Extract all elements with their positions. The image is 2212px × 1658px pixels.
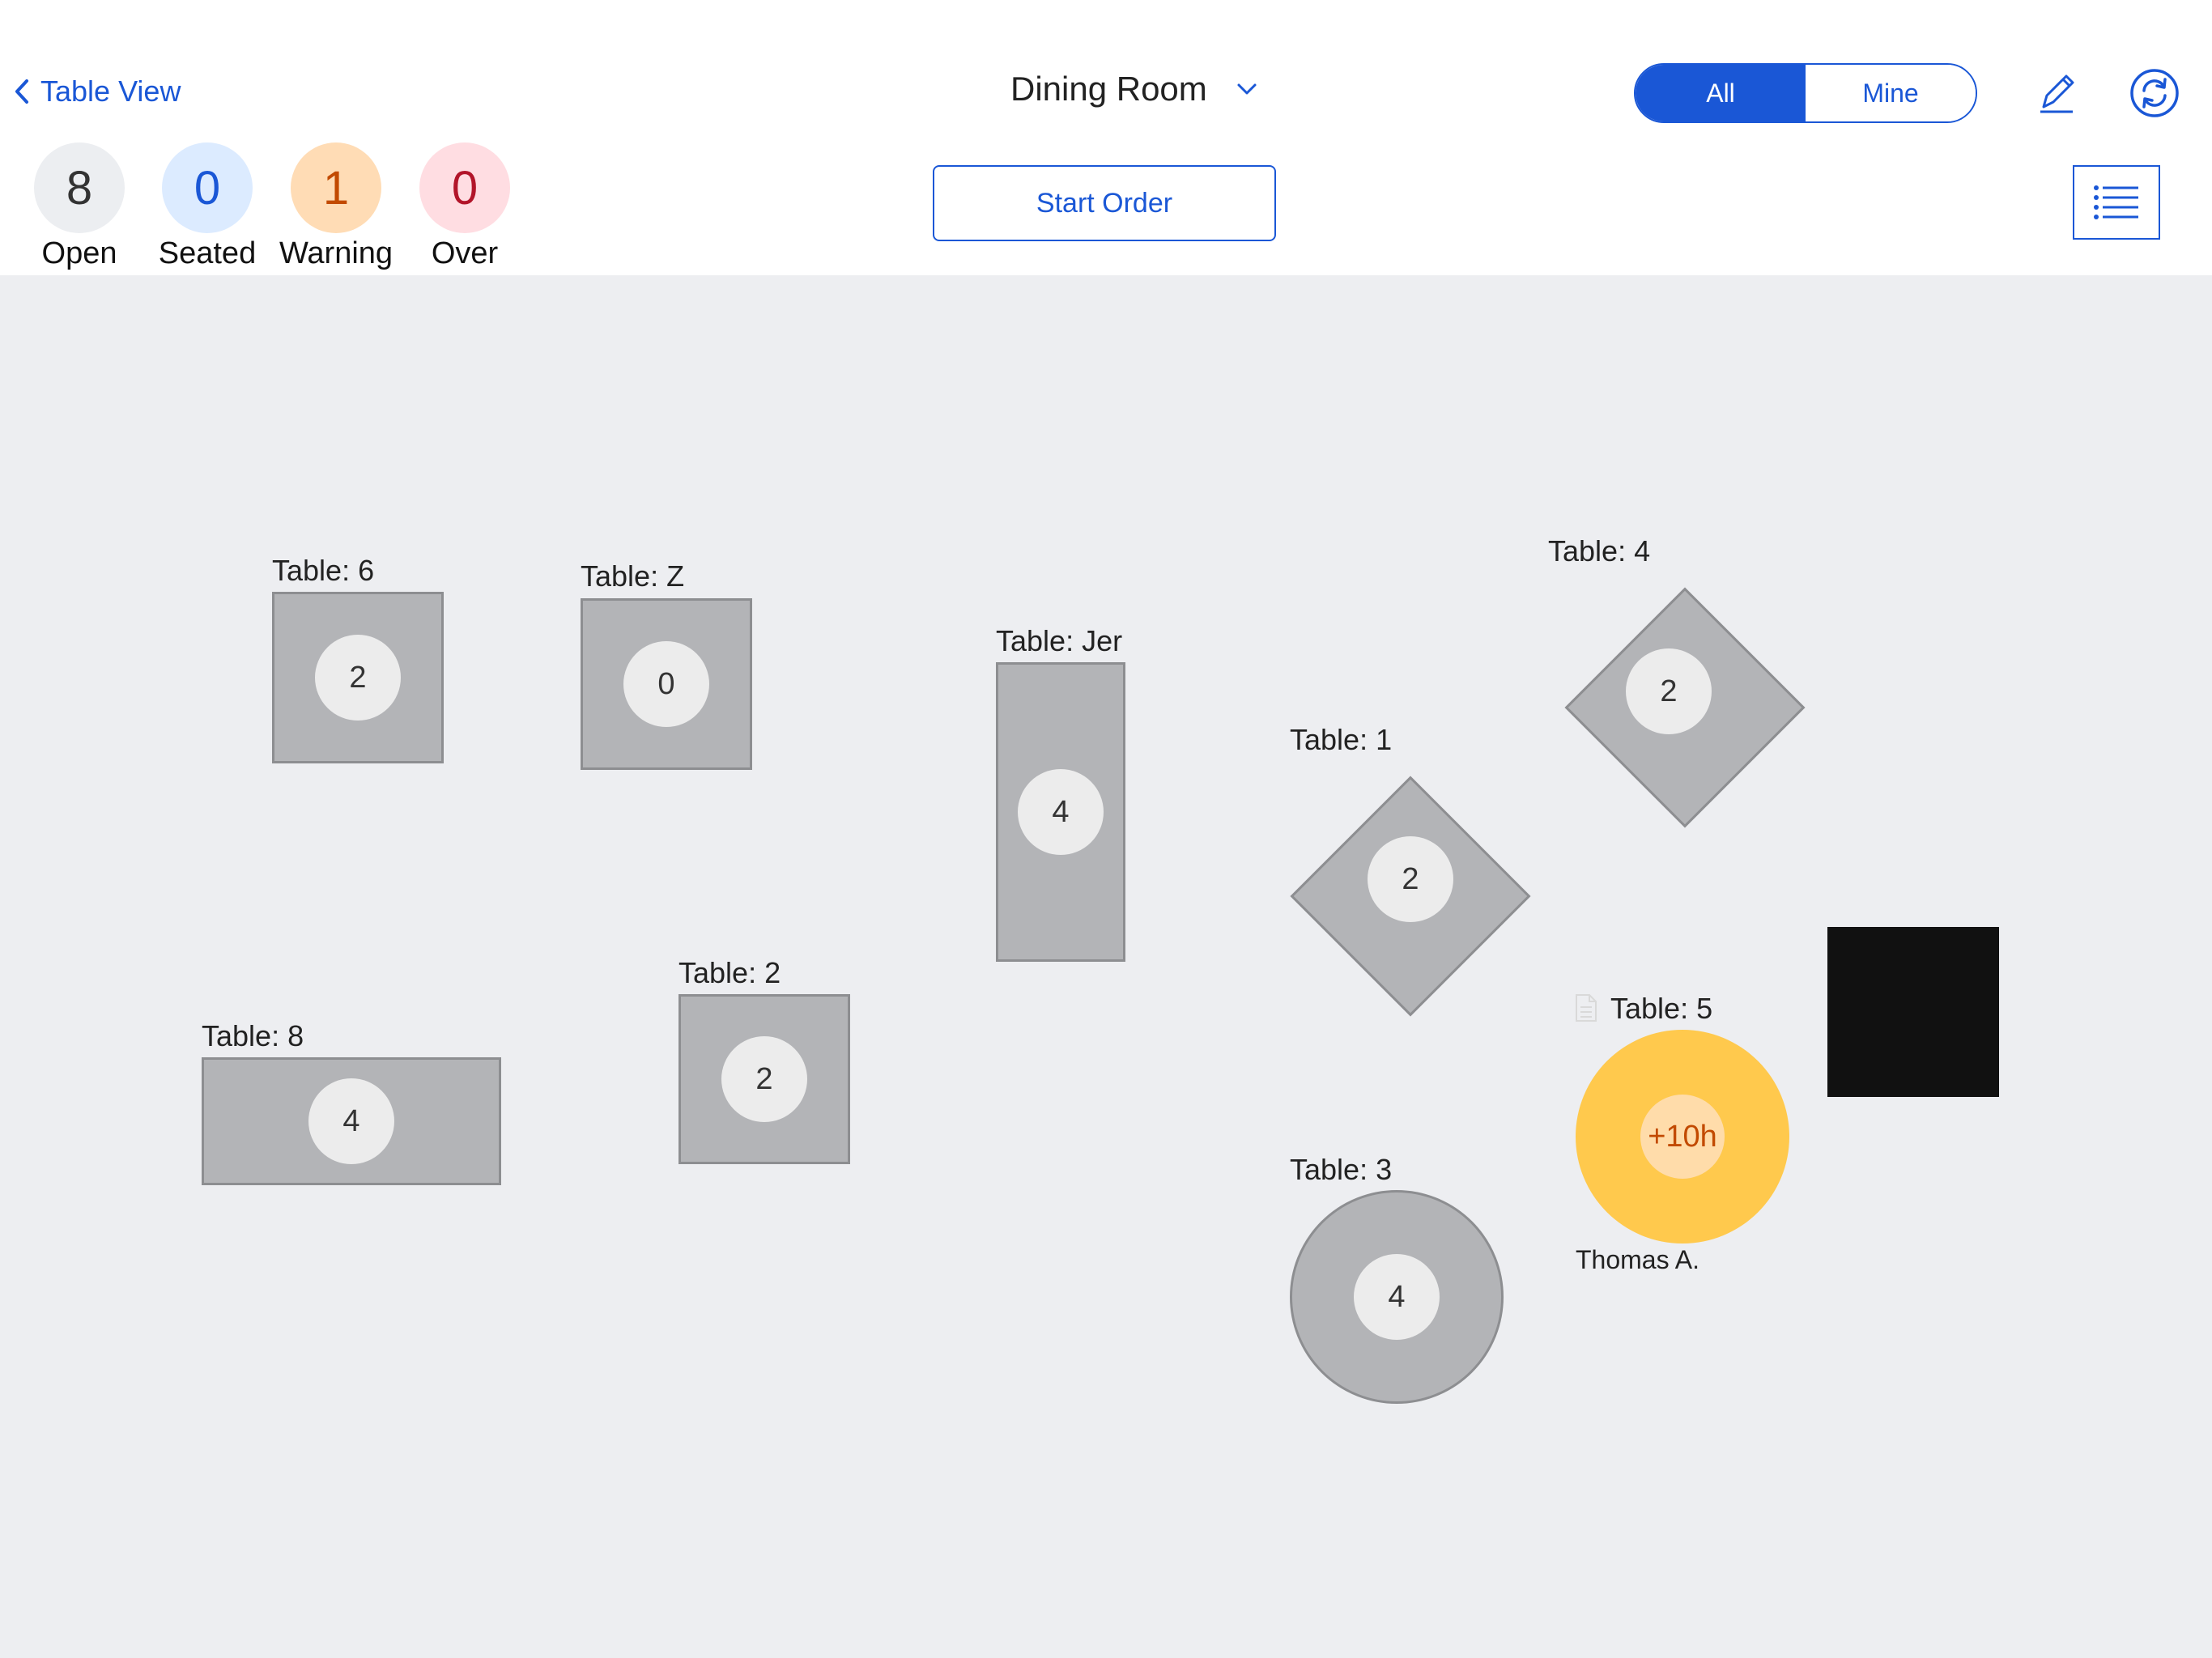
table-3-seat-count: 4: [1354, 1254, 1440, 1340]
start-order-button[interactable]: Start Order: [933, 165, 1276, 241]
stat-seated-count: 0: [162, 142, 253, 233]
filter-all-button[interactable]: All: [1636, 65, 1806, 121]
room-title: Dining Room: [1010, 70, 1207, 108]
stat-seated-label: Seated: [158, 236, 257, 270]
note-icon: [1576, 994, 1597, 1022]
edit-button[interactable]: [2032, 68, 2081, 121]
table-4-seat-count: 2: [1626, 648, 1712, 734]
table-6[interactable]: 2: [272, 592, 444, 763]
table-5-server-name: Thomas A.: [1576, 1245, 1699, 1274]
back-label: Table View: [40, 74, 181, 108]
stat-over-count: 0: [419, 142, 510, 233]
room-selector[interactable]: Dining Room: [1010, 70, 1257, 108]
table-2-seat-count: 2: [721, 1036, 807, 1122]
table-5-label: Table: 5: [1610, 992, 1713, 1025]
table-3[interactable]: 4: [1290, 1190, 1504, 1404]
table-3-label: Table: 3: [1290, 1153, 1393, 1186]
table-5[interactable]: +10h: [1576, 1030, 1789, 1244]
chevron-down-icon: [1237, 83, 1257, 95]
stat-over[interactable]: 0 Over: [400, 142, 530, 271]
table-8[interactable]: 4: [202, 1057, 501, 1185]
table-8-seat-count: 4: [308, 1078, 394, 1164]
chevron-left-icon: [15, 79, 28, 104]
refresh-icon: [2130, 69, 2179, 117]
table-1-seat-count: 2: [1368, 836, 1453, 922]
stat-warning-count: 1: [291, 142, 381, 233]
black-block-object: [1827, 927, 1999, 1097]
refresh-button[interactable]: [2129, 68, 2180, 122]
table-4-label: Table: 4: [1548, 534, 1651, 568]
stat-open-label: Open: [41, 236, 117, 270]
table-6-seat-count: 2: [315, 635, 401, 721]
filter-mine-button[interactable]: Mine: [1806, 65, 1976, 121]
table-6-label: Table: 6: [272, 554, 375, 587]
top-bar: Table View Dining Room All Mine 8 Open 0…: [0, 0, 2212, 275]
stat-open[interactable]: 8 Open: [15, 142, 144, 271]
table-jer[interactable]: 4: [996, 662, 1125, 962]
stat-seated[interactable]: 0 Seated: [143, 142, 272, 271]
table-2[interactable]: 2: [678, 994, 850, 1164]
stat-warning-label: Warning: [279, 236, 393, 270]
stat-warning[interactable]: 1 Warning: [271, 142, 401, 271]
table-z-label: Table: Z: [581, 559, 685, 593]
table-z[interactable]: 0: [581, 598, 752, 770]
table-2-label: Table: 2: [678, 956, 781, 989]
pencil-icon: [2040, 74, 2074, 113]
back-button[interactable]: Table View: [15, 74, 181, 108]
table-1-label: Table: 1: [1290, 723, 1393, 756]
server-filter: All Mine: [1634, 63, 1977, 123]
stat-open-count: 8: [34, 142, 125, 233]
list-view-button[interactable]: [2073, 165, 2160, 240]
table-jer-label: Table: Jer: [996, 624, 1123, 657]
table-8-label: Table: 8: [202, 1019, 304, 1052]
stat-over-label: Over: [431, 236, 499, 270]
table-jer-seat-count: 4: [1018, 769, 1104, 855]
table-5-elapsed-time: +10h: [1640, 1095, 1725, 1179]
table-z-seat-count: 0: [623, 641, 709, 727]
list-icon: [2094, 185, 2138, 219]
